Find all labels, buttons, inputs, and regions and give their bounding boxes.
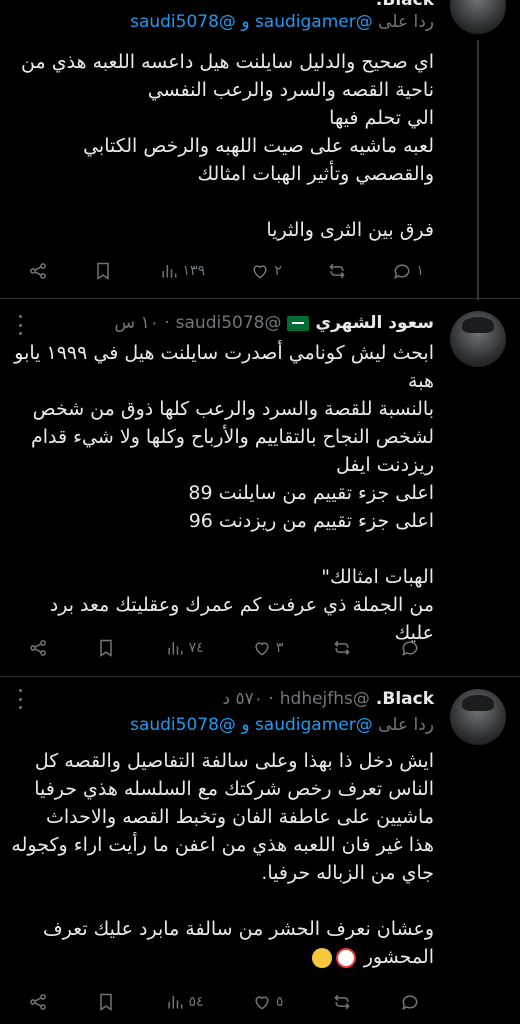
more-options-icon[interactable] (18, 315, 22, 335)
heart-icon (255, 996, 269, 1010)
avatar[interactable] (450, 311, 506, 367)
repost-icon (333, 640, 350, 656)
woozy-face-icon (311, 947, 332, 968)
replying-to: ردا على @saudigamer و @saudi5078 (10, 715, 434, 735)
saudi-flag-icon (287, 315, 310, 331)
like-button[interactable]: ٣ (252, 638, 284, 658)
like-button[interactable]: ٢ (250, 261, 282, 281)
more-options-icon[interactable] (18, 689, 22, 709)
tweet-actions: ٥٤ ٥ (28, 989, 424, 1015)
tweet-3[interactable]: Black. @hdhejfhs · ٥٧٠ د ردا على @saudig… (0, 677, 520, 1024)
timestamp[interactable]: · ٥٧٠ د (223, 689, 274, 709)
replies-count: ١ (416, 263, 424, 279)
views-icon (167, 642, 182, 655)
tweet-actions: ١٣٩ ٢ ١ (28, 258, 424, 284)
tweet-header: Black. @hdhejfhs · ٥٧٠ د (10, 685, 434, 713)
tweet-text: ابحث ليش كونامي أصدرت سايلنت هيل في ١٩٩٩… (14, 342, 434, 644)
repost-button[interactable] (332, 992, 352, 1012)
reply-button[interactable] (400, 992, 424, 1012)
author-name[interactable]: Black. (376, 689, 434, 709)
heart-icon (253, 265, 267, 279)
author-handle[interactable]: @hdhejfhs (280, 689, 370, 709)
tweet-text: اي صحيح والدليل سايلنت هيل داعسه اللعبه … (21, 51, 434, 241)
views-icon (161, 265, 176, 278)
like-button[interactable]: ٥ (252, 992, 284, 1012)
views-count: ٥٤ (188, 994, 204, 1010)
avatar[interactable] (450, 0, 506, 34)
author-name[interactable]: Black. (376, 0, 434, 10)
bookmark-button[interactable] (96, 638, 116, 658)
views-count: ١٣٩ (182, 263, 206, 279)
share-button[interactable] (28, 638, 48, 658)
tweet-1[interactable]: Black. ردا على @saudigamer و @saudi5078 … (0, 0, 520, 300)
author-handle[interactable]: @saudi5078 (176, 313, 282, 333)
tweet-header: سعود الشهري @saudi5078 · ١٠ س (10, 309, 434, 337)
repost-icon (333, 994, 350, 1010)
share-button[interactable] (28, 261, 48, 281)
share-button[interactable] (28, 992, 48, 1012)
bookmark-button[interactable] (96, 992, 116, 1012)
clown-face-icon (335, 947, 356, 968)
thread-line (477, 40, 479, 300)
share-icon (30, 263, 46, 279)
avatar[interactable] (450, 689, 506, 745)
reply-icon (402, 995, 418, 1011)
timestamp-text: ١٠ س (114, 313, 159, 333)
reply-icon (402, 641, 418, 657)
share-icon (30, 640, 46, 656)
reply-mentions[interactable]: @saudigamer و @saudi5078 (130, 12, 373, 32)
bookmark-icon (97, 262, 110, 280)
replying-to: ردا على @saudigamer و @saudi5078 (10, 12, 434, 32)
views-button[interactable]: ٧٤ (165, 638, 204, 658)
replying-prefix: ردا على (378, 715, 434, 735)
likes-count: ٣ (275, 640, 284, 656)
views-button[interactable]: ٥٤ (165, 992, 204, 1012)
bookmark-icon (100, 639, 113, 657)
bookmark-icon (100, 993, 113, 1011)
timestamp[interactable]: · ١٠ س (114, 313, 169, 333)
bookmark-button[interactable] (93, 261, 113, 281)
views-icon (167, 996, 182, 1009)
tweet-text: ايش دخل ذا بهذا وعلى سالفة التفاصيل والق… (10, 747, 434, 971)
heart-icon (255, 642, 269, 656)
tweet-2[interactable]: سعود الشهري @saudi5078 · ١٠ س ابحث ليش ك… (0, 299, 520, 675)
author-name[interactable]: سعود الشهري (315, 313, 434, 333)
share-icon (30, 994, 46, 1010)
repost-button[interactable] (327, 261, 347, 281)
tweet-actions: ٧٤ ٣ (28, 635, 424, 661)
replying-prefix: ردا على (378, 12, 434, 32)
timestamp-text: ٥٧٠ د (222, 689, 263, 709)
reply-mentions[interactable]: @saudigamer و @saudi5078 (130, 715, 373, 735)
repost-icon (329, 263, 345, 279)
reply-icon (394, 264, 410, 280)
views-count: ٧٤ (188, 640, 204, 656)
reply-button[interactable]: ١ (392, 261, 424, 281)
repost-button[interactable] (332, 638, 352, 658)
reply-button[interactable] (400, 638, 424, 658)
tweet-text-content: ايش دخل ذا بهذا وعلى سالفة التفاصيل والق… (11, 750, 434, 968)
likes-count: ٥ (275, 994, 284, 1010)
views-button[interactable]: ١٣٩ (159, 261, 206, 281)
likes-count: ٢ (274, 263, 282, 279)
